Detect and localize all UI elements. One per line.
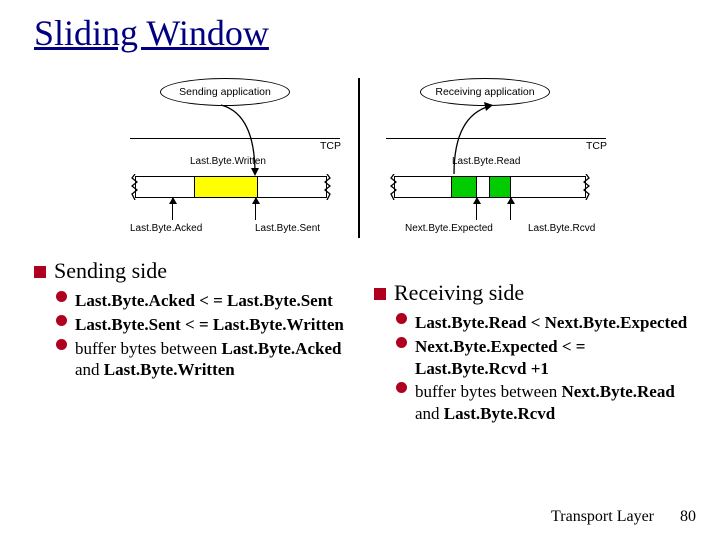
tcp-label-left: TCP xyxy=(320,140,341,152)
receiving-b1: Last.Byte.Read < Next.Byte.Expected xyxy=(396,312,694,334)
footer-section: Transport Layer xyxy=(551,508,654,525)
receiving-heading: Receiving side xyxy=(374,280,694,306)
sending-b2: Last.Byte.Sent < = Last.Byte.Written xyxy=(56,314,364,336)
sending-heading: Sending side xyxy=(34,258,364,284)
disc-bullet-icon xyxy=(56,291,67,302)
last-byte-sent-label: Last.Byte.Sent xyxy=(255,223,320,234)
arr-acked xyxy=(172,198,173,220)
disc-bullet-icon xyxy=(56,339,67,350)
recv-curve-arrow xyxy=(442,102,502,182)
zig-r1 xyxy=(390,174,397,200)
sending-heading-text: Sending side xyxy=(54,258,167,283)
receiving-b3b: Next.Byte.Read xyxy=(562,382,675,401)
square-bullet-icon xyxy=(34,266,46,278)
disc-bullet-icon xyxy=(396,382,407,393)
arr-next-exp xyxy=(476,198,477,220)
receiving-col: Receiving side Last.Byte.Read < Next.Byt… xyxy=(364,258,694,427)
slide-title: Sliding Window xyxy=(0,0,720,54)
receiving-heading-text: Receiving side xyxy=(394,280,524,305)
zig-l2 xyxy=(324,174,331,200)
sending-b1-text: Last.Byte.Acked < = Last.Byte.Sent xyxy=(75,291,333,310)
last-byte-acked-label: Last.Byte.Acked xyxy=(130,223,202,234)
disc-bullet-icon xyxy=(396,313,407,324)
sending-b3d: Last.Byte.Written xyxy=(104,360,235,379)
arr-rcvd xyxy=(510,198,511,220)
last-byte-read-label: Last.Byte.Read xyxy=(452,156,520,167)
next-byte-expected-label: Next.Byte.Expected xyxy=(405,223,493,234)
sending-b1: Last.Byte.Acked < = Last.Byte.Sent xyxy=(56,290,364,312)
zig-l1 xyxy=(131,174,138,200)
receiving-b3c: and xyxy=(415,404,444,423)
sending-b2-text: Last.Byte.Sent < = Last.Byte.Written xyxy=(75,315,344,334)
recv-buf-right xyxy=(510,176,586,198)
sending-b3: buffer bytes between Last.Byte.Acked and… xyxy=(56,338,364,382)
last-byte-rcvd-label: Last.Byte.Rcvd xyxy=(528,223,595,234)
receiving-b2-text: Next.Byte.Expected < = Last.Byte.Rcvd +1 xyxy=(415,337,585,378)
columns: Sending side Last.Byte.Acked < = Last.By… xyxy=(34,258,694,427)
arr-sent-up xyxy=(255,198,256,220)
footer: Transport Layer 80 xyxy=(551,508,696,526)
zig-r2 xyxy=(583,174,590,200)
last-byte-written-label: Last.Byte.Written xyxy=(190,156,266,167)
receiving-b3a: buffer bytes between xyxy=(415,382,557,401)
disc-bullet-icon xyxy=(56,315,67,326)
receiving-b3: buffer bytes between Next.Byte.Read and … xyxy=(396,381,694,425)
send-buf-left xyxy=(135,176,195,198)
send-curve-arrow xyxy=(215,102,275,182)
receiving-b3d: Last.Byte.Rcvd xyxy=(444,404,555,423)
sending-b3a: buffer bytes between xyxy=(75,339,217,358)
sending-b3c: and xyxy=(75,360,104,379)
footer-page: 80 xyxy=(680,508,696,525)
receiving-b2: Next.Byte.Expected < = Last.Byte.Rcvd +1 xyxy=(396,336,694,380)
square-bullet-icon xyxy=(374,288,386,300)
diagram: Sending application TCP Last.Byte.Writte… xyxy=(130,78,620,248)
sending-col: Sending side Last.Byte.Acked < = Last.By… xyxy=(34,258,364,427)
center-divider xyxy=(358,78,360,238)
tcp-label-right: TCP xyxy=(586,140,607,152)
sending-b3b: Last.Byte.Acked xyxy=(222,339,342,358)
disc-bullet-icon xyxy=(396,337,407,348)
receiving-b1-text: Last.Byte.Read < Next.Byte.Expected xyxy=(415,313,687,332)
